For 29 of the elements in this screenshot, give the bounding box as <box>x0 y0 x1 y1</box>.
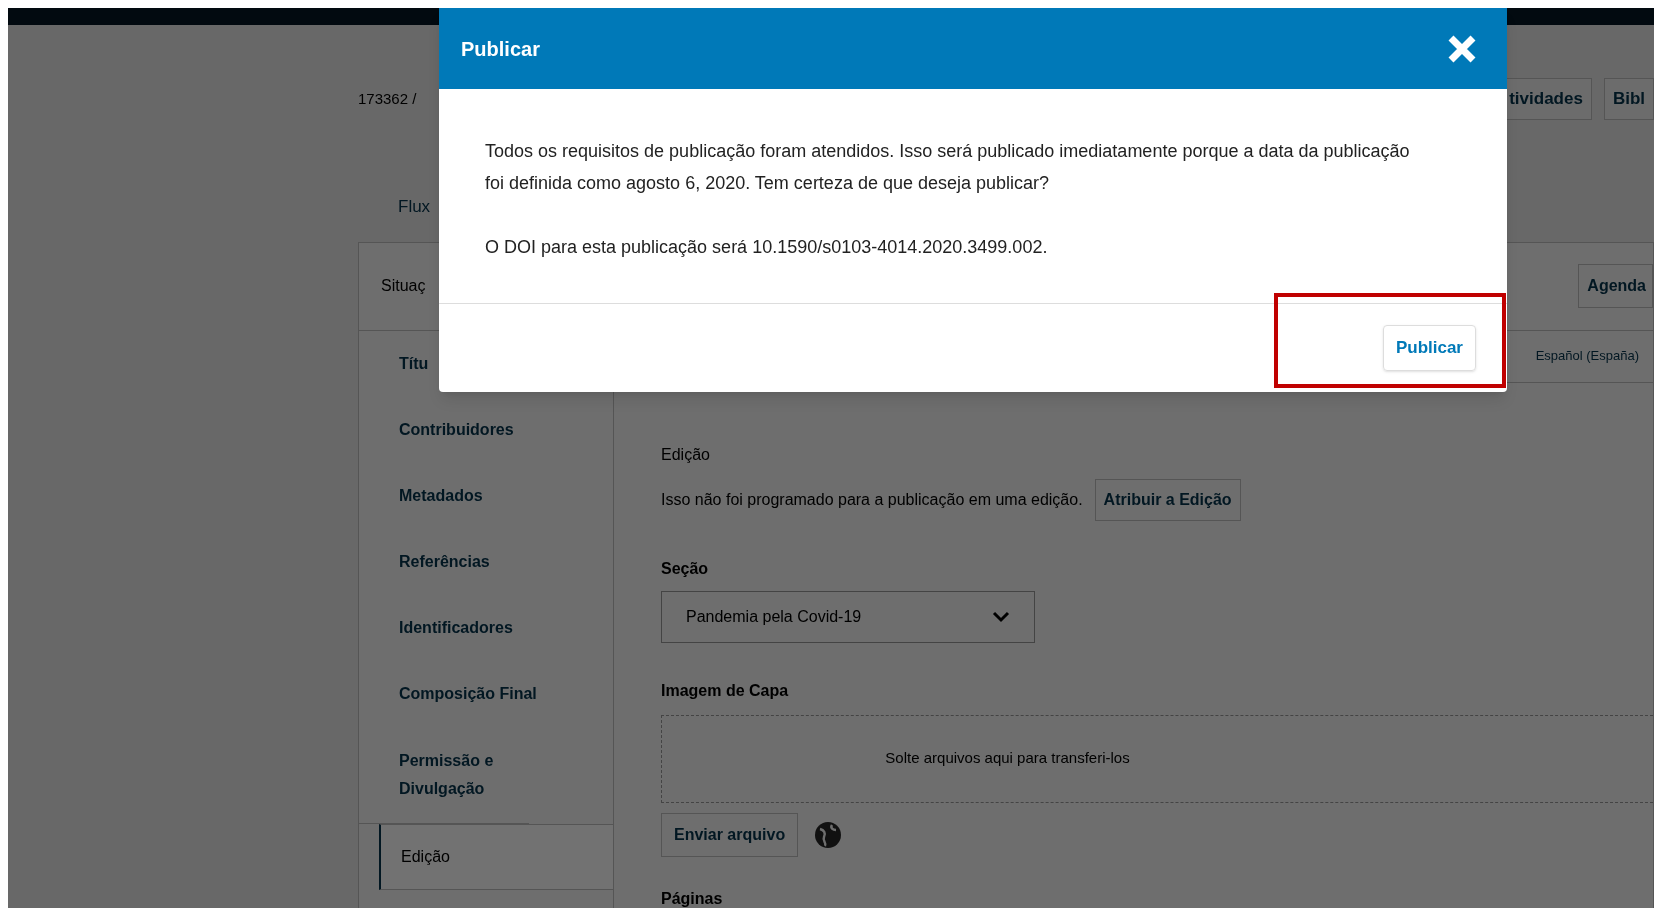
dialog-title: Publicar <box>461 36 540 62</box>
sidebar-item[interactable]: Referências <box>359 528 613 595</box>
sidebar-item[interactable]: Metadados <box>359 462 613 529</box>
sidebar-item[interactable]: Permissão e Divulgação <box>359 726 529 824</box>
dropzone[interactable]: Solte arquivos aqui para transferi-los <box>661 714 1653 803</box>
upload-button[interactable]: Enviar arquivo <box>661 812 799 857</box>
publish-button[interactable]: Publicar <box>1382 325 1476 371</box>
chevron-down-icon <box>992 610 1010 623</box>
globe-icon[interactable] <box>814 820 843 849</box>
dialog-message: Todos os requisitos de publicação foram atendidos. Isso será publicado imediatamente porque a data da publicação foi definida como agosto 6, 2020. Tem certeza de que deseja publicar? <box>485 140 1411 195</box>
panel-title: Situaç <box>381 276 426 296</box>
field-label: Páginas <box>661 888 724 908</box>
workflow-link[interactable]: Flux <box>398 194 431 220</box>
sidebar-item[interactable]: Contribuidores <box>359 396 613 463</box>
section-select[interactable]: Pandemia pela Covid-19 <box>661 590 1035 643</box>
issue-text: Isso não foi programado para a publicação em uma edição. <box>661 489 1083 510</box>
assign-issue-button[interactable]: Atribuir a Edição <box>1094 478 1241 521</box>
field-label: Imagem de Capa <box>661 680 790 701</box>
sidebar-item[interactable]: Identificadores <box>359 594 613 661</box>
sidebar-item[interactable]: Edição <box>379 823 613 890</box>
language-tab[interactable]: Español (España) <box>1535 346 1639 366</box>
sidebar-item[interactable]: Composição Final <box>359 660 613 727</box>
dialog-message: O DOI para esta publicação será 10.1590/s0103-4014.2020.3499.002. <box>485 236 1049 259</box>
header-tab[interactable]: Bibl <box>1603 78 1654 120</box>
field-label: Edição <box>661 444 711 465</box>
close-icon[interactable] <box>1447 33 1477 64</box>
schedule-button[interactable]: Agenda <box>1578 264 1653 308</box>
submission-id: 173362 / <box>358 88 417 109</box>
field-label: Seção <box>661 558 710 579</box>
